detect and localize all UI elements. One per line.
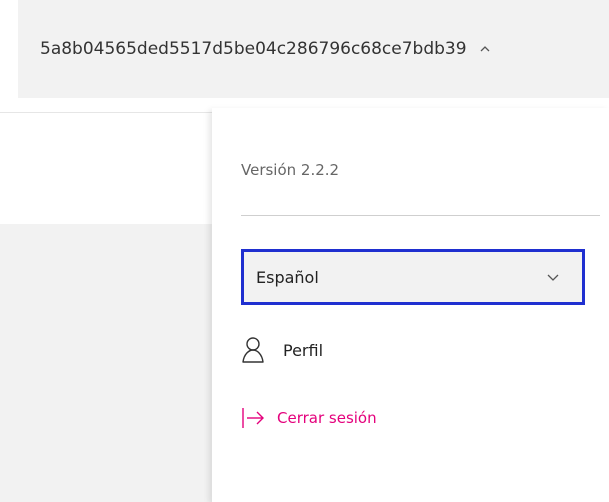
chevron-down-icon: [546, 270, 560, 284]
logout-label: Cerrar sesión: [277, 409, 377, 427]
menu-divider: [241, 215, 600, 216]
profile-label: Perfil: [283, 340, 324, 360]
background-panel: [0, 224, 212, 502]
language-select[interactable]: Español: [241, 249, 585, 305]
background-divider: [0, 112, 212, 113]
logout-arrow-icon: [241, 404, 265, 432]
logout-menu-item[interactable]: Cerrar sesión: [241, 404, 377, 432]
account-id: 5a8b04565ded5517d5be04c286796c68ce7bdb39: [40, 39, 467, 59]
version-label: Versión 2.2.2: [241, 161, 340, 179]
user-icon: [241, 336, 265, 364]
account-menu-toggle[interactable]: 5a8b04565ded5517d5be04c286796c68ce7bdb39: [18, 0, 609, 98]
chevron-up-icon: [479, 43, 491, 55]
app-stage: 5a8b04565ded5517d5be04c286796c68ce7bdb39…: [0, 0, 609, 502]
profile-menu-item[interactable]: Perfil: [241, 336, 323, 364]
language-selected-value: Español: [256, 267, 319, 287]
account-dropdown-menu: Versión 2.2.2 Español Perfil Cerrar sesi…: [212, 108, 609, 502]
